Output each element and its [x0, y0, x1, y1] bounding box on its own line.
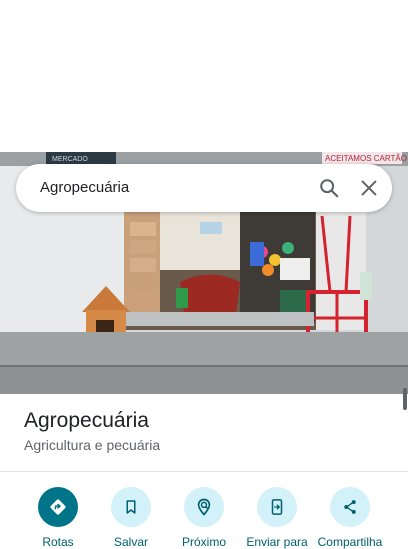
top-blank-area	[0, 0, 408, 152]
place-title: Agropecuária	[24, 409, 149, 432]
nearby-icon	[184, 487, 224, 527]
send-to-phone-label: Enviar para	[246, 535, 308, 549]
directions-button[interactable]: Rotas	[21, 487, 95, 549]
directions-label: Rotas	[42, 535, 74, 549]
scrollbar-thumb[interactable]	[403, 388, 407, 410]
save-label: Salvar	[113, 535, 148, 549]
nearby-button[interactable]: Próximo	[167, 487, 241, 549]
directions-icon	[38, 487, 78, 527]
save-button[interactable]: Salvar	[94, 487, 168, 549]
sign-left: MERCADO	[52, 156, 88, 163]
send-to-phone-icon	[257, 487, 297, 527]
divider	[0, 471, 408, 472]
place-category: Agricultura e pecuária	[24, 437, 161, 453]
close-icon[interactable]	[358, 177, 380, 199]
search-input[interactable]: Agropecuária	[40, 179, 129, 196]
nearby-label: Próximo	[181, 535, 226, 549]
share-button[interactable]: Compartilha	[313, 487, 387, 549]
search-bar[interactable]: Agropecuária	[16, 164, 392, 212]
bookmark-icon	[111, 487, 151, 527]
send-to-phone-button[interactable]: Enviar para	[240, 487, 314, 549]
search-icon[interactable]	[318, 177, 340, 199]
share-label: Compartilha	[317, 535, 383, 549]
sign-right: ACEITAMOS CARTÃO	[325, 154, 407, 163]
share-icon	[330, 487, 370, 527]
